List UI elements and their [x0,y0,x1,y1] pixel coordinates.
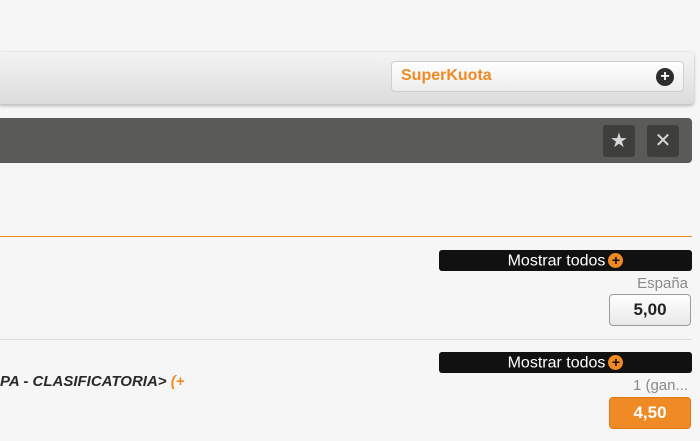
row-divider [0,339,692,340]
event-header-bar [0,118,692,163]
show-all-label: Mostrar todos [507,252,606,270]
show-all-button[interactable]: Mostrar todos + [439,352,692,373]
event-title-tail: (+ [166,373,185,390]
superkuota-toggle[interactable]: SuperKuota + [391,61,684,92]
plus-icon: + [608,355,624,371]
event-title[interactable]: PA - CLASIFICATORIA> (+ [0,373,184,390]
close-icon: ✕ [654,130,672,152]
odd-label: España [637,275,688,292]
odd-label: 1 (gan... [632,377,688,394]
superkuota-label: SuperKuota [401,67,492,84]
odd-button[interactable]: 5,00 [609,294,691,326]
section-divider [0,236,692,237]
odd-button-selected[interactable]: 4,50 [609,397,691,429]
close-button[interactable]: ✕ [647,125,679,157]
show-all-button[interactable]: Mostrar todos + [439,250,692,271]
favorite-button[interactable]: ★ [603,125,635,157]
event-title-text: PA - CLASIFICATORIA> [0,373,167,390]
show-all-label: Mostrar todos [507,354,606,372]
star-icon: ★ [610,130,628,152]
plus-icon: + [608,253,624,269]
plus-circle-icon[interactable]: + [656,68,674,86]
